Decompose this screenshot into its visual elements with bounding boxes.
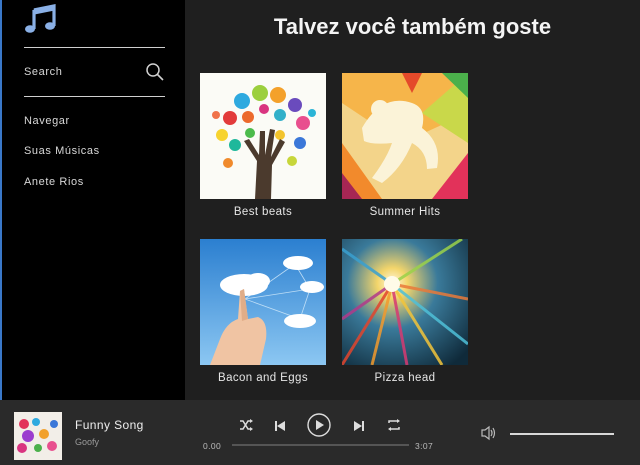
playlist-card-best-beats[interactable]: Best beats: [200, 73, 326, 218]
volume-fill: [510, 433, 614, 435]
playlist-card-pizza-head[interactable]: Pizza head: [342, 239, 468, 384]
main-content: Talvez você também goste Best beats Summ…: [185, 0, 640, 400]
time-total: 3:07: [415, 441, 434, 451]
time-current: 0.00: [203, 441, 222, 451]
volume-slider[interactable]: [510, 433, 614, 435]
previous-icon[interactable]: [274, 419, 286, 437]
page-title: Talvez você também goste: [273, 14, 552, 39]
now-playing-artist: Goofy: [75, 437, 100, 447]
playlist-title: Bacon and Eggs: [218, 372, 308, 384]
volume-icon[interactable]: [481, 425, 497, 441]
next-icon[interactable]: [353, 419, 365, 437]
nav-item-navegar[interactable]: Navegar: [24, 115, 70, 127]
music-app: Search Navegar Suas Músicas Anete Rios T…: [0, 0, 640, 465]
playlist-cover: [200, 73, 326, 199]
now-playing-title: Funny Song: [75, 418, 144, 432]
playlist-card-bacon-and-eggs[interactable]: Bacon and Eggs: [200, 239, 326, 384]
play-icon[interactable]: [307, 413, 331, 442]
search-field[interactable]: Search: [24, 60, 165, 84]
divider: [24, 47, 165, 48]
playlist-cover: [342, 239, 468, 365]
nav-item-suas-musicas[interactable]: Suas Músicas: [24, 145, 100, 157]
shuffle-icon[interactable]: [239, 418, 253, 437]
playlist-title: Pizza head: [374, 372, 436, 384]
playlist-title: Best beats: [233, 206, 293, 218]
divider: [24, 96, 165, 97]
playlist-cover: [342, 73, 468, 199]
sidebar: Search Navegar Suas Músicas Anete Rios: [0, 0, 185, 400]
search-icon[interactable]: [145, 62, 165, 82]
progress-bar[interactable]: [232, 444, 409, 446]
music-note-icon: [24, 4, 58, 34]
playlist-cover: [200, 239, 326, 365]
playlist-title: Summer Hits: [369, 206, 441, 218]
repeat-icon[interactable]: [387, 418, 401, 437]
now-playing-cover: [14, 412, 62, 460]
nav-item-user[interactable]: Anete Rios: [24, 176, 84, 188]
playlist-card-summer-hits[interactable]: Summer Hits: [342, 73, 468, 218]
search-label: Search: [24, 66, 63, 78]
